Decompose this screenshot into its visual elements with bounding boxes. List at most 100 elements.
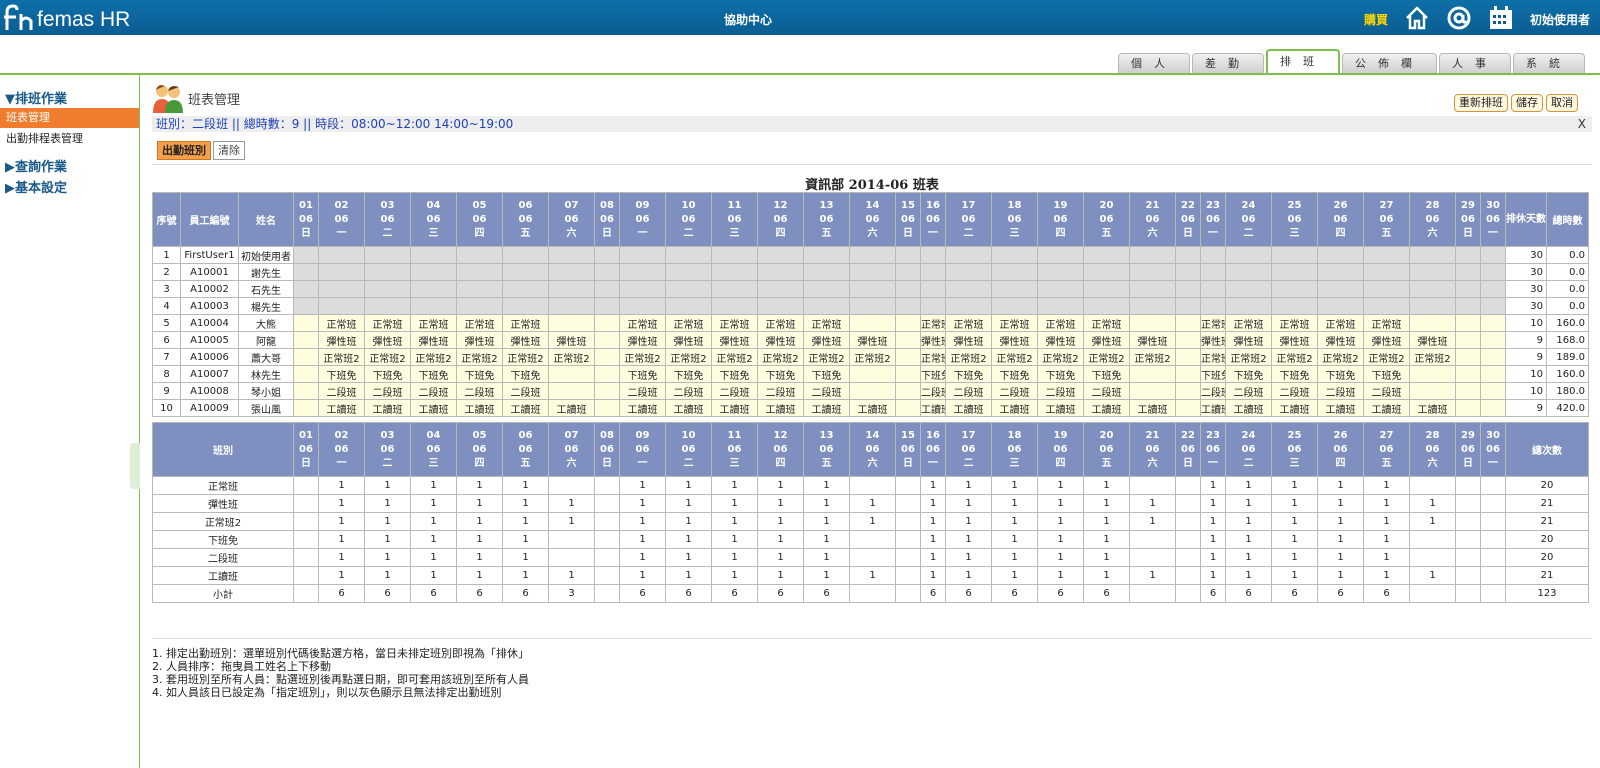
shift-cell[interactable]: [1225, 263, 1272, 281]
shift-cell[interactable]: 彈性班: [364, 331, 411, 349]
shift-cell[interactable]: [1083, 263, 1130, 281]
shift-cell[interactable]: 彈性班: [1409, 331, 1456, 349]
employee-name-cell[interactable]: 石先生: [238, 280, 294, 298]
shift-cell[interactable]: 下班免: [318, 365, 365, 383]
day-header[interactable]: 13 06 五: [803, 192, 850, 247]
shift-cell[interactable]: [1409, 365, 1456, 383]
employee-name-cell[interactable]: 張山風: [238, 399, 294, 417]
shift-cell[interactable]: 正常班2: [456, 348, 503, 366]
shift-cell[interactable]: [849, 263, 896, 281]
shift-cell[interactable]: 正常班: [1363, 314, 1410, 332]
shift-cell[interactable]: [1129, 314, 1176, 332]
shift-cell[interactable]: 正常班2: [945, 348, 992, 366]
shift-cell[interactable]: [318, 297, 365, 315]
shift-cell[interactable]: 二段班: [410, 382, 457, 400]
shift-cell[interactable]: [1037, 263, 1084, 281]
day-header[interactable]: 25 06 三: [1271, 422, 1318, 477]
shift-cell[interactable]: [1175, 297, 1201, 315]
day-header[interactable]: 12 06 四: [757, 422, 804, 477]
shift-cell[interactable]: [1455, 314, 1481, 332]
shift-cell[interactable]: [1317, 246, 1364, 264]
shift-cell[interactable]: [1129, 263, 1176, 281]
shift-cell[interactable]: 正常班: [1083, 314, 1130, 332]
shift-cell[interactable]: [895, 382, 921, 400]
shift-cell[interactable]: [1480, 246, 1506, 264]
shift-cell[interactable]: 正常班2: [991, 348, 1038, 366]
shift-cell[interactable]: [1175, 331, 1201, 349]
shift-cell[interactable]: 工讀班: [318, 399, 365, 417]
shift-cell[interactable]: 工讀班: [711, 399, 758, 417]
shift-cell[interactable]: [548, 246, 595, 264]
shift-cell[interactable]: [1225, 297, 1272, 315]
shift-cell[interactable]: [757, 280, 804, 298]
shift-cell[interactable]: 正常班2: [410, 348, 457, 366]
home-icon[interactable]: [1404, 5, 1430, 31]
shift-cell[interactable]: [293, 331, 319, 349]
shift-cell[interactable]: 正常班: [920, 314, 946, 332]
shift-cell[interactable]: 下班免: [945, 365, 992, 383]
shift-cell[interactable]: [895, 365, 921, 383]
shift-cell[interactable]: 正常班2: [1409, 348, 1456, 366]
shift-cell[interactable]: 正常班: [803, 314, 850, 332]
shift-cell[interactable]: [293, 246, 319, 264]
shift-cell[interactable]: 正常班: [1200, 314, 1226, 332]
shift-cell[interactable]: [594, 297, 620, 315]
shift-cell[interactable]: [1175, 348, 1201, 366]
shift-cell[interactable]: [1480, 365, 1506, 383]
shift-cell[interactable]: [849, 365, 896, 383]
shift-cell[interactable]: [1455, 263, 1481, 281]
shift-cell[interactable]: 正常班: [318, 314, 365, 332]
shift-cell[interactable]: [1409, 314, 1456, 332]
day-header[interactable]: 03 06 二: [364, 422, 411, 477]
day-header[interactable]: 07 06 六: [548, 422, 595, 477]
day-header[interactable]: 17 06 二: [945, 422, 992, 477]
shift-cell[interactable]: 正常班: [1271, 314, 1318, 332]
shift-cell[interactable]: 彈性班: [920, 331, 946, 349]
day-header[interactable]: 13 06 五: [803, 422, 850, 477]
shift-cell[interactable]: 正常班: [456, 314, 503, 332]
shift-cell[interactable]: 下班免: [711, 365, 758, 383]
shift-cell[interactable]: 下班免: [991, 365, 1038, 383]
shift-cell[interactable]: [1409, 382, 1456, 400]
shift-cell[interactable]: [895, 331, 921, 349]
shift-cell[interactable]: 正常班: [757, 314, 804, 332]
shift-cell[interactable]: [594, 365, 620, 383]
day-header[interactable]: 26 06 四: [1317, 192, 1364, 247]
tab-4[interactable]: 人事: [1439, 53, 1511, 73]
shift-name-cell[interactable]: 正常班2: [152, 512, 294, 531]
shift-cell[interactable]: [1455, 331, 1481, 349]
shift-cell[interactable]: 正常班: [945, 314, 992, 332]
shift-cell[interactable]: 彈性班: [456, 331, 503, 349]
shift-cell[interactable]: [456, 280, 503, 298]
shift-cell[interactable]: [318, 246, 365, 264]
shift-cell[interactable]: 下班免: [1271, 365, 1318, 383]
shift-cell[interactable]: [594, 382, 620, 400]
shift-cell[interactable]: 工讀班: [849, 399, 896, 417]
shift-cell[interactable]: 工讀班: [1409, 399, 1456, 417]
shift-cell[interactable]: [1175, 280, 1201, 298]
shift-cell[interactable]: [456, 263, 503, 281]
shift-cell[interactable]: 工讀班: [364, 399, 411, 417]
shift-cell[interactable]: [293, 263, 319, 281]
shift-cell[interactable]: 下班免: [364, 365, 411, 383]
shift-cell[interactable]: 二段班: [502, 382, 549, 400]
day-header[interactable]: 06 06 五: [502, 422, 549, 477]
shift-cell[interactable]: [1271, 297, 1318, 315]
shift-cell[interactable]: [548, 382, 595, 400]
employee-name-cell[interactable]: 林先生: [238, 365, 294, 383]
shift-cell[interactable]: [849, 314, 896, 332]
shift-cell[interactable]: [1175, 365, 1201, 383]
shift-cell[interactable]: [1455, 348, 1481, 366]
shift-cell[interactable]: [548, 297, 595, 315]
shift-cell[interactable]: 正常班2: [1083, 348, 1130, 366]
shift-cell[interactable]: [548, 365, 595, 383]
shift-cell[interactable]: [594, 263, 620, 281]
shift-cell[interactable]: [1317, 263, 1364, 281]
shift-cell[interactable]: 工讀班: [619, 399, 666, 417]
help-center-link[interactable]: 協助中心: [724, 11, 772, 28]
day-header[interactable]: 23 06 一: [1200, 192, 1226, 247]
shift-cell[interactable]: [803, 297, 850, 315]
shift-cell[interactable]: 彈性班: [945, 331, 992, 349]
shift-cell[interactable]: 工讀班: [757, 399, 804, 417]
shift-cell[interactable]: [1200, 280, 1226, 298]
